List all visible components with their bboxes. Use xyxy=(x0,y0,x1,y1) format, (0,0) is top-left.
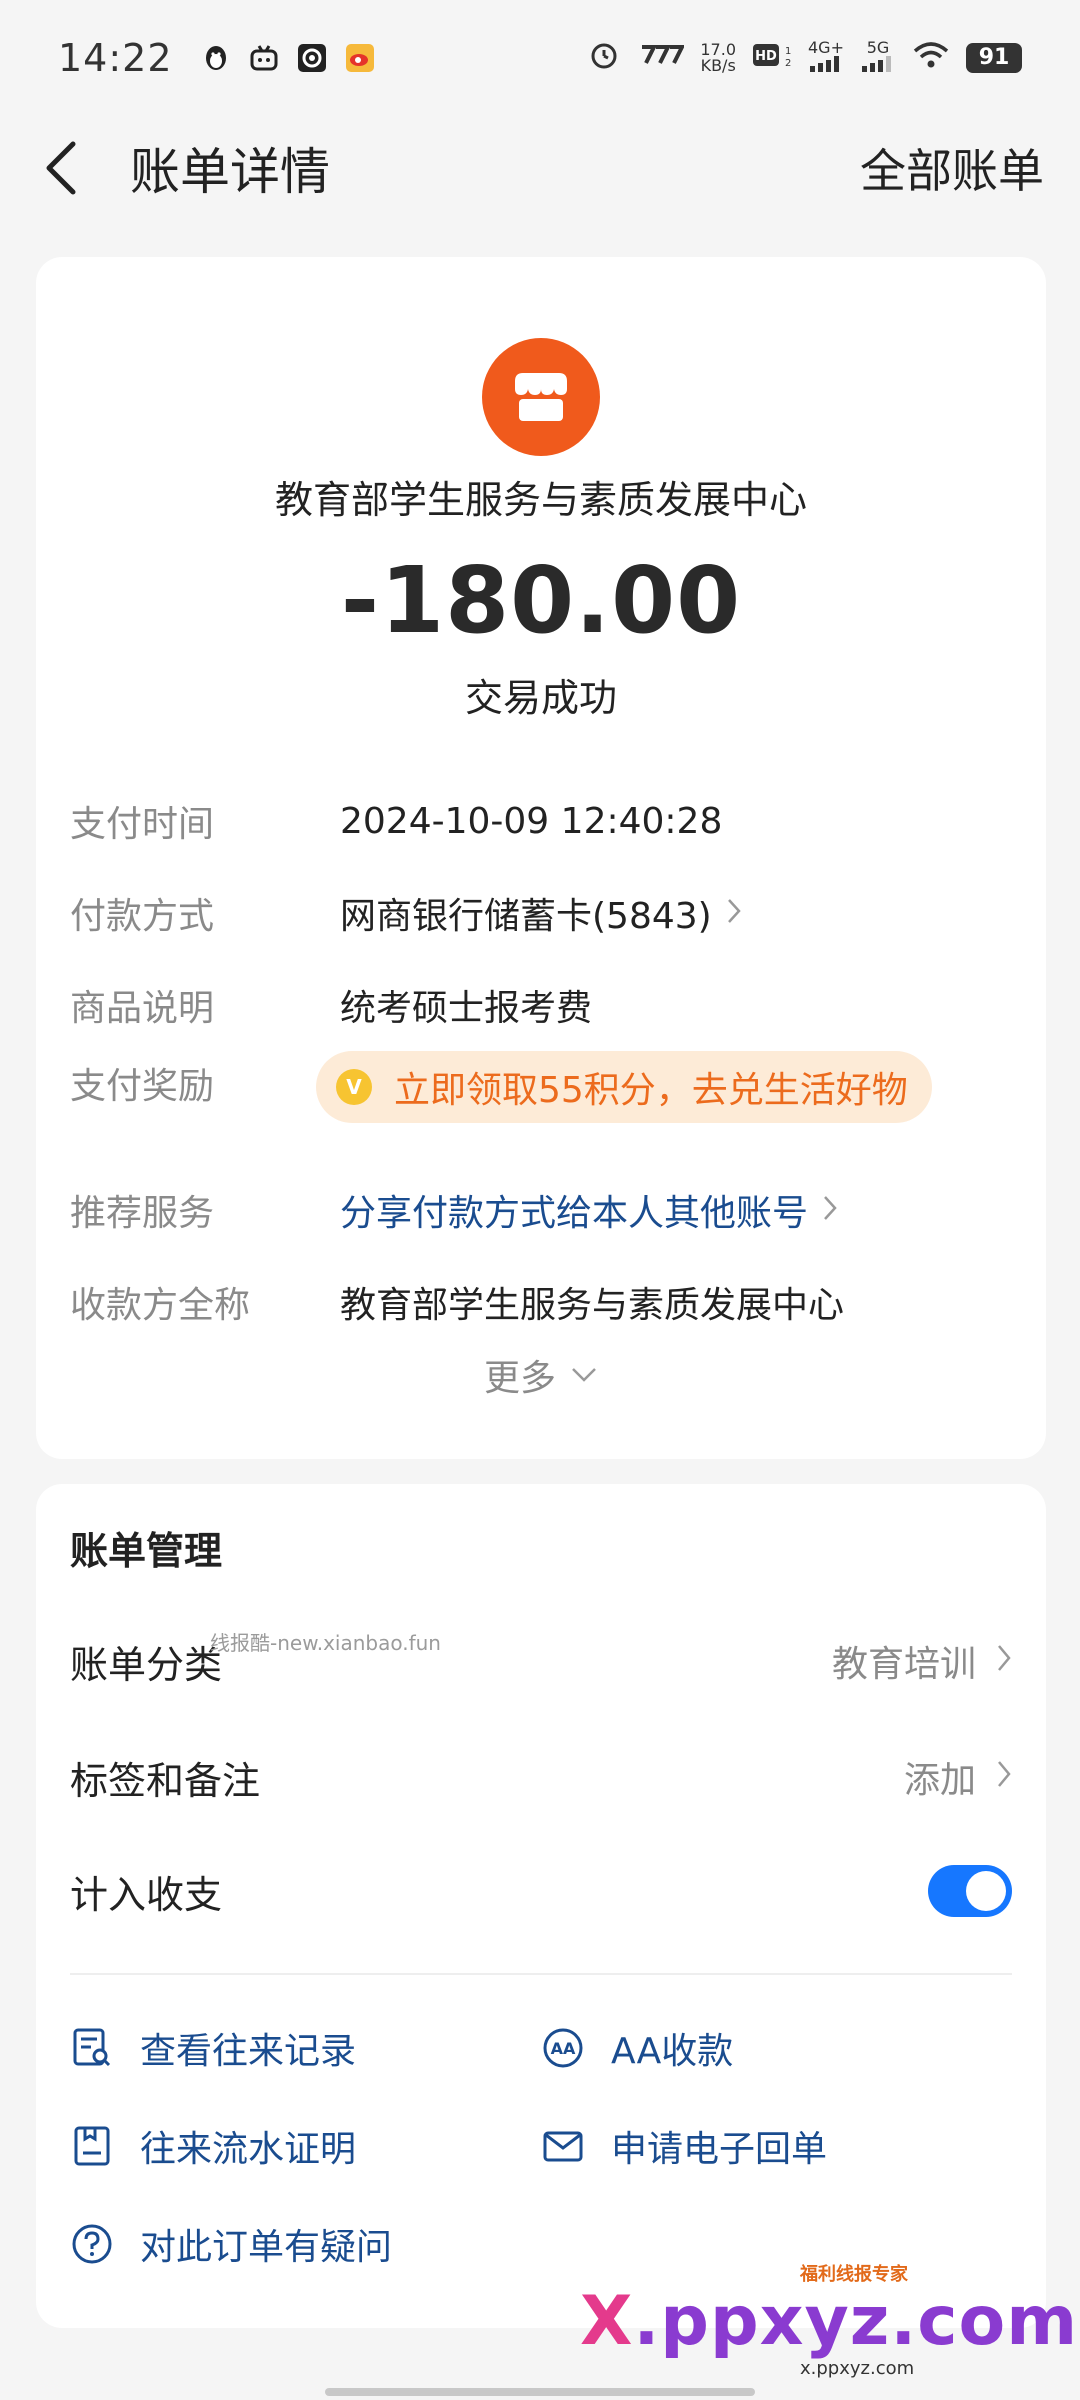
detail-row-recommended-service[interactable]: 推荐服务 分享付款方式给本人其他账号 xyxy=(70,1180,1012,1240)
detail-value: 统考硕士报考费 xyxy=(340,988,593,1029)
view-history-label: 查看往来记录 xyxy=(140,2031,357,2072)
reward-pill-button[interactable]: V 立即领取55积分，去兑生活好物 xyxy=(316,1051,932,1123)
detail-row-item-description: 商品说明 统考硕士报考费 xyxy=(70,975,1012,1035)
chevron-right-icon xyxy=(822,1190,838,1231)
penguin-icon xyxy=(201,43,231,73)
view-history-button[interactable]: 查看往来记录 xyxy=(70,2022,356,2074)
tags-notes-label: 标签和备注 xyxy=(70,1758,261,1803)
share-payment-link[interactable]: 分享付款方式给本人其他账号 xyxy=(340,1184,838,1236)
detail-value: 分享付款方式给本人其他账号 xyxy=(340,1193,809,1234)
detail-label: 推荐服务 xyxy=(70,1193,215,1234)
detail-label: 收款方全称 xyxy=(70,1285,251,1326)
status-time: 14:22 xyxy=(58,35,173,80)
back-arrow-icon[interactable] xyxy=(36,138,86,198)
signal-5g-label: 5G xyxy=(866,38,890,57)
brand-logo-rest: .ppxyz.com xyxy=(633,2282,1079,2361)
svg-text:1: 1 xyxy=(785,46,791,57)
hd-icon: HD 1 2 xyxy=(752,40,792,76)
signal-bars-icon xyxy=(862,56,891,72)
carrier-icon xyxy=(636,43,686,73)
add-tags-button[interactable]: 添加 xyxy=(904,1751,1012,1803)
bill-category-selector[interactable]: 教育培训 xyxy=(832,1635,1012,1687)
more-label: 更多 xyxy=(483,1358,556,1399)
detail-row-payment-time: 支付时间 2024-10-09 12:40:28 xyxy=(70,791,1012,851)
signal-4g-label: 4G+ xyxy=(808,38,844,57)
e-receipt-button[interactable]: 申请电子回单 xyxy=(541,2120,827,2172)
chevron-right-icon xyxy=(996,1757,1012,1798)
e-receipt-label: 申请电子回单 xyxy=(611,2129,828,2170)
reward-text: 立即领取55积分，去兑生活好物 xyxy=(394,1070,908,1111)
shop-icon xyxy=(482,338,600,456)
svg-text:AA: AA xyxy=(551,2039,576,2058)
transaction-proof-label: 往来流水证明 xyxy=(140,2129,357,2170)
mail-icon xyxy=(541,2124,585,2168)
detail-value: 2024-10-09 12:40:28 xyxy=(340,800,723,842)
transaction-proof-button[interactable]: 往来流水证明 xyxy=(70,2120,356,2172)
detail-label: 付款方式 xyxy=(70,896,215,937)
detail-row-payment-reward: 支付奖励 V 立即领取55积分，去兑生活好物 xyxy=(70,1051,1012,1137)
detail-value: 教育部学生服务与素质发展中心 xyxy=(340,1285,845,1326)
network-speed: 17.0 KB/s xyxy=(700,41,736,75)
payment-method-link[interactable]: 网商银行储蓄卡(5843) xyxy=(340,887,742,939)
aa-collection-button[interactable]: AA AA收款 xyxy=(541,2022,733,2074)
order-question-button[interactable]: 对此订单有疑问 xyxy=(70,2218,392,2270)
order-question-label: 对此订单有疑问 xyxy=(140,2227,393,2268)
network-speed-unit: KB/s xyxy=(700,55,736,75)
brand-logo: X.ppxyz.com xyxy=(580,2282,1078,2361)
watermark-text: 线报酷-new.xianbao.fun xyxy=(210,1631,441,1655)
transaction-amount: -180.00 xyxy=(340,547,742,654)
add-tags-value: 添加 xyxy=(903,1760,976,1801)
all-bills-button[interactable]: 全部账单 xyxy=(860,135,1044,201)
signal-bars-icon xyxy=(810,56,839,72)
detail-label: 支付奖励 xyxy=(70,1066,215,1107)
signal-4g: 4G+ xyxy=(808,40,844,75)
bill-category-label: 账单分类 xyxy=(70,1642,223,1687)
coin-icon: V xyxy=(336,1069,372,1105)
detail-value: 网商银行储蓄卡(5843) xyxy=(340,896,712,937)
app-p-icon xyxy=(297,43,327,73)
question-icon xyxy=(70,2222,114,2266)
brand-watermark: 福利线报专家 X.ppxyz.com x.ppxyz.com xyxy=(560,2260,1077,2380)
tv-icon xyxy=(249,43,279,73)
bill-management-card: 账单管理 账单分类 教育培训 标签和备注 添加 计入收支 查看往来记录 AA A… xyxy=(36,1484,1046,2328)
tags-notes-row[interactable]: 标签和备注 添加 xyxy=(70,1742,1012,1812)
document-icon xyxy=(70,2124,114,2168)
merchant-name: 教育部学生服务与素质发展中心 xyxy=(274,478,807,522)
section-title: 账单管理 xyxy=(70,1529,223,1573)
signal-5g: 5G xyxy=(860,40,896,75)
more-button[interactable]: 更多 xyxy=(36,1349,1046,1401)
include-in-budget-toggle[interactable] xyxy=(928,1865,1012,1917)
svg-text:HD: HD xyxy=(755,49,777,64)
page-title: 账单详情 xyxy=(130,142,330,201)
detail-label: 商品说明 xyxy=(70,988,215,1029)
transaction-card: 教育部学生服务与素质发展中心 -180.00 交易成功 支付时间 2024-10… xyxy=(36,257,1046,1459)
transaction-status: 交易成功 xyxy=(464,676,617,720)
divider xyxy=(70,1973,1012,1975)
bill-category-value: 教育培训 xyxy=(831,1644,976,1685)
home-indicator[interactable] xyxy=(325,2388,755,2396)
brand-logo-x: X xyxy=(580,2282,634,2361)
weibo-icon xyxy=(345,43,375,73)
battery-indicator: 91 xyxy=(966,42,1022,73)
aa-icon: AA xyxy=(541,2026,585,2070)
include-in-budget-label: 计入收支 xyxy=(70,1872,223,1917)
chevron-right-icon xyxy=(996,1641,1012,1682)
wifi-icon xyxy=(912,40,950,76)
detail-label: 支付时间 xyxy=(70,804,215,845)
records-search-icon xyxy=(70,2026,114,2070)
aa-collection-label: AA收款 xyxy=(611,2031,734,2072)
chevron-right-icon xyxy=(726,893,742,934)
brand-url: x.ppxyz.com xyxy=(800,2358,915,2379)
svg-text:2: 2 xyxy=(785,58,791,69)
status-bar: 14:22 17.0 KB/s HD 1 2 4G+ 5G 91 xyxy=(0,0,1080,115)
detail-row-payee-name: 收款方全称 教育部学生服务与素质发展中心 xyxy=(70,1272,1012,1332)
header: 账单详情 全部账单 xyxy=(0,115,1080,220)
include-in-budget-row: 计入收支 xyxy=(70,1856,1012,1926)
alarm-icon xyxy=(588,39,620,77)
chevron-down-icon xyxy=(570,1366,598,1384)
detail-row-payment-method[interactable]: 付款方式 网商银行储蓄卡(5843) xyxy=(70,883,1012,943)
